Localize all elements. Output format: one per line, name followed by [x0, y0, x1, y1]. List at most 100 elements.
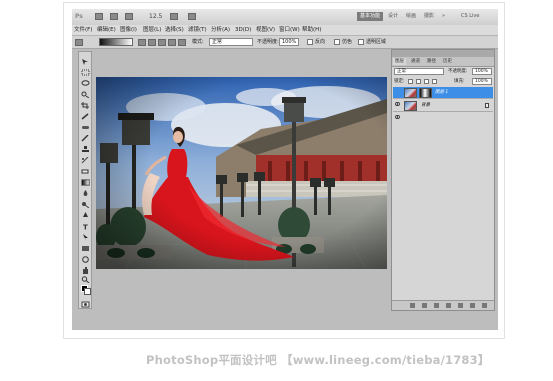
zoom-tool-icon[interactable] [81, 276, 90, 283]
quick-mask-icon[interactable] [81, 301, 90, 308]
menu-edit[interactable]: 编辑(E) [97, 26, 116, 34]
bridge-icon[interactable] [95, 13, 103, 20]
diamond-gradient-icon[interactable] [178, 39, 186, 46]
visibility-eye-icon[interactable] [394, 91, 401, 106]
layers-panel: 图层 通道 路径 历史 正常 不透明度: 100% 锁定: 填充: 100% 图… [391, 49, 495, 311]
opacity-field[interactable]: 100% [279, 38, 299, 46]
history-brush-tool-icon[interactable] [81, 157, 90, 164]
tab-layers[interactable]: 图层 [393, 58, 406, 65]
workspace-photography-button[interactable]: 摄影 [421, 12, 437, 21]
arrange-documents-icon[interactable] [170, 13, 178, 20]
radial-gradient-icon[interactable] [148, 39, 156, 46]
layer-thumbnail [404, 101, 417, 111]
move-tool-icon[interactable] [81, 58, 90, 65]
menu-layer[interactable]: 图层(L) [143, 26, 161, 34]
view-extras-icon[interactable] [125, 13, 133, 20]
mode-select[interactable]: 正常 [209, 38, 253, 46]
opacity-label: 不透明度: [257, 39, 279, 45]
tools-panel: T [78, 51, 92, 309]
reverse-label: 反向 [315, 39, 326, 45]
document-canvas[interactable] [96, 77, 387, 269]
eraser-tool-icon[interactable] [81, 168, 90, 175]
panel-tabs: 图层 通道 路径 历史 [392, 57, 494, 67]
layer-style-icon[interactable] [422, 303, 427, 308]
dither-label: 仿色 [342, 39, 353, 45]
new-group-icon[interactable] [458, 303, 463, 308]
options-bar: 模式: 正常 不透明度: 100% 反向 仿色 透明区域 [72, 36, 498, 49]
zoom-level[interactable]: 12.5 [149, 12, 162, 22]
link-layers-icon[interactable] [410, 303, 415, 308]
menu-image[interactable]: 图像(I) [120, 26, 137, 34]
hand-tool-icon[interactable] [81, 267, 90, 274]
lasso-tool-icon[interactable] [81, 80, 90, 87]
3d-rotate-tool-icon[interactable] [81, 256, 90, 263]
marquee-tool-icon[interactable] [81, 69, 90, 76]
ps-logo: Ps [75, 13, 83, 20]
screen-mode-icon[interactable] [188, 13, 196, 20]
tool-preset-icon[interactable] [75, 39, 83, 46]
add-mask-icon[interactable] [434, 303, 439, 308]
angle-gradient-icon[interactable] [158, 39, 166, 46]
layer-name: 背景 [421, 103, 430, 108]
gradient-picker[interactable] [99, 38, 133, 46]
pen-tool-icon[interactable] [81, 212, 90, 219]
menu-analysis[interactable]: 分析(A) [211, 26, 230, 34]
delete-layer-icon[interactable] [482, 303, 487, 308]
workspace-painting-button[interactable]: 绘画 [403, 12, 419, 21]
workspace-design-button[interactable]: 设计 [385, 12, 401, 21]
shape-tool-icon[interactable] [81, 245, 90, 252]
menu-view[interactable]: 视图(V) [256, 26, 275, 34]
dodge-tool-icon[interactable] [81, 201, 90, 208]
tab-channels[interactable]: 通道 [409, 58, 422, 65]
tab-history[interactable]: 历史 [441, 58, 454, 65]
lock-transparent-icon[interactable] [408, 79, 413, 84]
transparency-checkbox[interactable] [358, 39, 364, 45]
workspace-more-icon[interactable]: » [439, 12, 448, 21]
crop-tool-icon[interactable] [81, 102, 90, 109]
clone-stamp-tool-icon[interactable] [81, 146, 90, 153]
menu-3d[interactable]: 3D(D) [235, 26, 251, 34]
gradient-tool-icon[interactable] [81, 179, 90, 186]
tab-paths[interactable]: 路径 [425, 58, 438, 65]
lock-all-icon[interactable] [432, 79, 437, 84]
lock-position-icon[interactable] [424, 79, 429, 84]
background-color-swatch[interactable] [84, 288, 91, 295]
layer-thumbnail [404, 88, 417, 98]
menu-select[interactable]: 选择(S) [165, 26, 184, 34]
layer-mask-thumbnail[interactable] [419, 88, 432, 98]
linear-gradient-icon[interactable] [138, 39, 146, 46]
layer-opacity-label: 不透明度: [448, 69, 468, 74]
fill-label: 填充: [454, 79, 465, 84]
type-tool-icon[interactable]: T [81, 223, 90, 231]
visibility-eye-icon[interactable] [394, 104, 401, 119]
menu-window[interactable]: 窗口(W) [279, 26, 300, 34]
reverse-checkbox[interactable] [307, 39, 313, 45]
layer-opacity-field[interactable]: 100% [472, 68, 492, 75]
mini-bridge-icon[interactable] [110, 13, 118, 20]
path-selection-tool-icon[interactable] [81, 234, 90, 241]
healing-brush-tool-icon[interactable] [81, 124, 90, 131]
layer-row-layer1[interactable]: 图层 1 [393, 87, 493, 106]
photoshop-window: Ps 12.5 基本功能 设计 绘画 摄影 » CS Live 文件(F) 编辑… [72, 9, 498, 330]
adjustment-layer-icon[interactable] [446, 303, 451, 308]
layer-row-background[interactable]: 背景 [393, 100, 493, 119]
workspace-essentials-button[interactable]: 基本功能 [357, 12, 384, 21]
svg-text:T: T [83, 224, 88, 231]
panel-header[interactable] [392, 50, 494, 57]
menu-filter[interactable]: 滤镜(T) [188, 26, 207, 34]
quick-selection-tool-icon[interactable] [81, 91, 90, 98]
application-bar: Ps 12.5 基本功能 设计 绘画 摄影 » CS Live [72, 9, 498, 26]
reflected-gradient-icon[interactable] [168, 39, 176, 46]
dither-checkbox[interactable] [334, 39, 340, 45]
new-layer-icon[interactable] [470, 303, 475, 308]
menu-file[interactable]: 文件(F) [74, 26, 92, 34]
cs-live-button[interactable]: CS Live [458, 12, 482, 21]
eyedropper-tool-icon[interactable] [81, 113, 90, 120]
layer-name: 图层 1 [435, 90, 449, 95]
menu-help[interactable]: 帮助(H) [302, 26, 321, 34]
brush-tool-icon[interactable] [81, 135, 90, 142]
lock-pixels-icon[interactable] [416, 79, 421, 84]
blur-tool-icon[interactable] [81, 190, 90, 197]
fill-field[interactable]: 100% [472, 78, 492, 85]
blend-mode-select[interactable]: 正常 [394, 68, 444, 75]
